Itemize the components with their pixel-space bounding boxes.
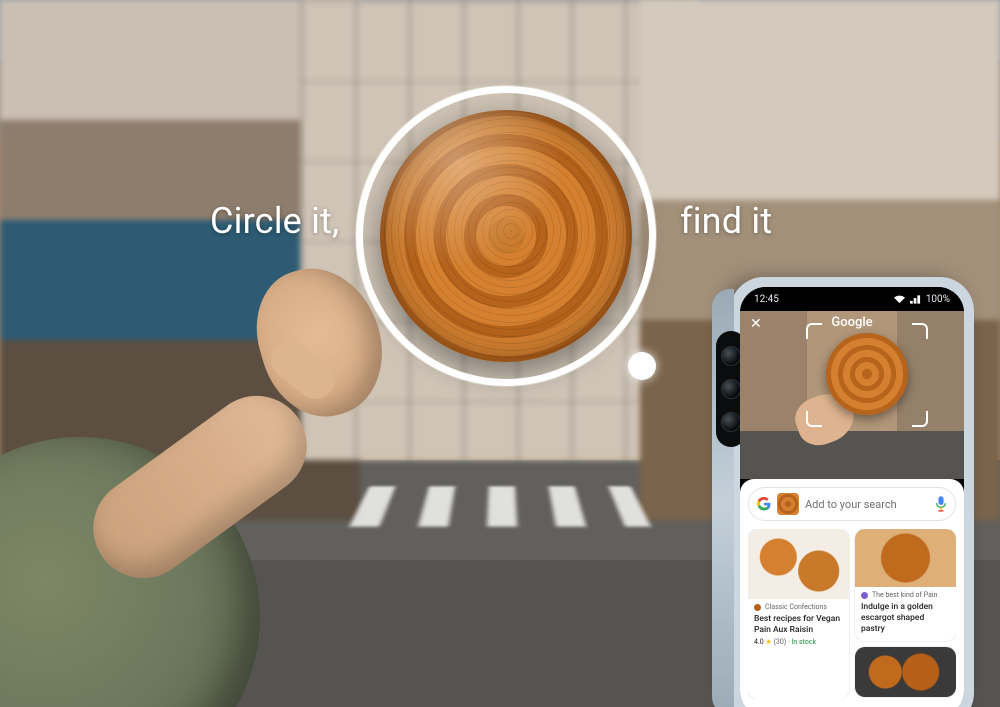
result-rating: 4.0 ★ (30) · In stock: [754, 638, 843, 647]
result-image: [855, 529, 956, 587]
wifi-icon: [894, 295, 905, 304]
google-g-icon: [757, 497, 771, 511]
lens-viewport: ✕ Google: [740, 311, 964, 479]
source-favicon: [754, 604, 761, 611]
result-card[interactable]: [855, 647, 956, 697]
phone-screen: 12:45 100% ✕ Google: [740, 287, 964, 707]
result-card[interactable]: Classic Confections Best recipes for Veg…: [748, 529, 849, 699]
results-panel: Add to your search Classic Confections B…: [740, 479, 964, 707]
results-grid: Classic Confections Best recipes for Veg…: [748, 529, 956, 699]
source-favicon: [861, 592, 868, 599]
result-source: Classic Confections: [765, 603, 827, 612]
slogan-text-left: Circle it,: [210, 200, 339, 242]
result-card[interactable]: The best kind of Pain Indulge in a golde…: [855, 529, 956, 641]
mic-icon[interactable]: [935, 496, 947, 512]
star-icon: ★: [765, 638, 771, 646]
camera-lens-2: [721, 379, 741, 399]
slogan-text-right: find it: [680, 200, 772, 242]
result-image: [855, 647, 956, 697]
camera-lens-3: [721, 412, 741, 432]
signal-icon: [910, 295, 921, 304]
ad-scene: Circle it, find it 12:45 100% ✕ Google: [0, 0, 1000, 707]
result-title: Indulge in a golden escargot shaped past…: [861, 602, 950, 635]
selection-brackets[interactable]: [806, 323, 928, 427]
search-placeholder: Add to your search: [805, 498, 929, 511]
gesture-end-dot: [628, 352, 656, 380]
result-image: [748, 529, 849, 599]
status-battery: 100%: [926, 294, 950, 305]
crosswalk: [349, 486, 651, 526]
camera-lens-1: [721, 346, 741, 366]
result-source: The best kind of Pain: [872, 591, 937, 600]
status-bar: 12:45 100%: [740, 287, 964, 311]
search-bar[interactable]: Add to your search: [748, 487, 956, 521]
search-thumbnail: [777, 493, 799, 515]
status-time: 12:45: [754, 294, 779, 305]
phone-mockup: 12:45 100% ✕ Google: [730, 277, 974, 707]
result-title: Best recipes for Vegan Pain Aux Raisin: [754, 614, 843, 636]
